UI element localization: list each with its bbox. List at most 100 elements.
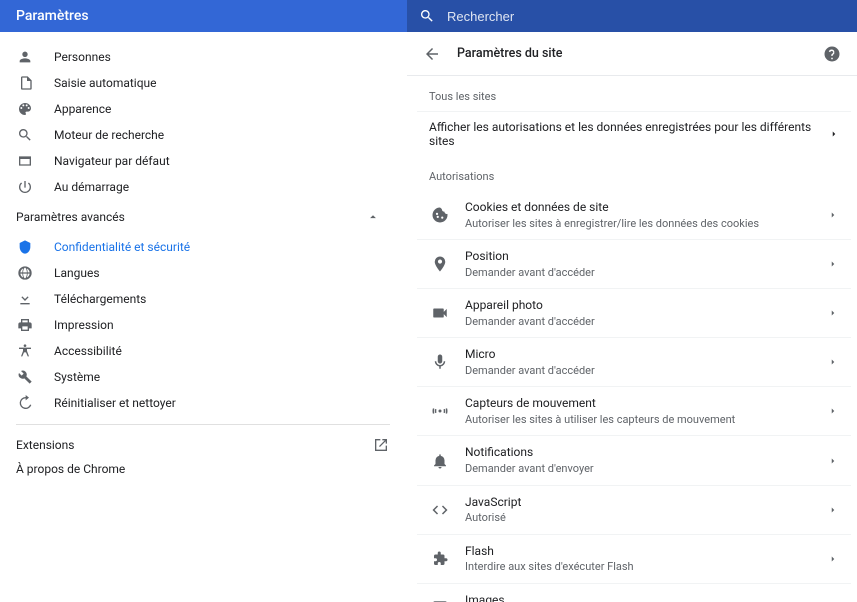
chevron-right-icon: [829, 129, 839, 139]
palette-icon: [16, 101, 34, 117]
camera-icon: [429, 304, 451, 322]
sidebar-item-search[interactable]: Moteur de recherche: [0, 122, 406, 148]
row-title: Cookies et données de site: [465, 199, 827, 216]
sidebar-item-person[interactable]: Personnes: [0, 44, 406, 70]
puzzle-icon: [429, 550, 451, 568]
row-subtitle: Interdire aux sites d'exécuter Flash: [465, 560, 827, 574]
permission-row-location[interactable]: PositionDemander avant d'accéder: [417, 239, 851, 288]
sidebar-item-download[interactable]: Téléchargements: [0, 286, 406, 312]
search-icon: [419, 8, 435, 24]
sidebar-item-label: Impression: [54, 318, 114, 332]
section-permissions: Autorisations: [407, 156, 857, 191]
sidebar-item-globe[interactable]: Langues: [0, 260, 406, 286]
sidebar: Personnes Saisie automatique Apparence Mote…: [0, 32, 407, 602]
row-subtitle: Autorisé: [465, 511, 827, 525]
sidebar-item-restore[interactable]: Réinitialiser et nettoyer: [0, 390, 406, 416]
motion-icon: [429, 402, 451, 420]
row-title: JavaScript: [465, 494, 827, 511]
divider: [16, 424, 390, 425]
sidebar-item-label: Au démarrage: [54, 180, 129, 194]
launch-icon: [372, 436, 390, 454]
row-title: Images: [465, 592, 827, 602]
download-icon: [16, 291, 34, 307]
row-subtitle: Demander avant d'accéder: [465, 266, 827, 280]
app-title: Paramètres: [0, 8, 407, 24]
chevron-right-icon: [827, 308, 839, 318]
search-icon: [16, 127, 34, 143]
sidebar-item-label: Langues: [54, 266, 100, 280]
permission-row-mic[interactable]: MicroDemander avant d'accéder: [417, 337, 851, 386]
search-input[interactable]: [447, 9, 857, 24]
advanced-label: Paramètres avancés: [16, 210, 125, 224]
view-permissions-row[interactable]: Afficher les autorisations et les donnée…: [417, 111, 851, 156]
about-link[interactable]: À propos de Chrome: [0, 457, 406, 481]
row-subtitle: Autoriser les sites à enregistrer/lire l…: [465, 217, 827, 231]
sidebar-item-print[interactable]: Impression: [0, 312, 406, 338]
view-permissions-label: Afficher les autorisations et les donnée…: [429, 120, 829, 148]
content-area: Paramètres du site Tous les sites Affich…: [407, 32, 857, 602]
accessibility-icon: [16, 343, 34, 359]
search-bar[interactable]: [407, 0, 857, 32]
help-button[interactable]: [823, 45, 841, 63]
row-subtitle: Demander avant d'accéder: [465, 315, 827, 329]
back-button[interactable]: [423, 45, 441, 63]
row-subtitle: Demander avant d'envoyer: [465, 462, 827, 476]
sidebar-item-accessibility[interactable]: Accessibilité: [0, 338, 406, 364]
permission-row-motion[interactable]: Capteurs de mouvementAutoriser les sites…: [417, 386, 851, 435]
restore-icon: [16, 395, 34, 411]
code-icon: [429, 501, 451, 519]
sidebar-item-shield[interactable]: Confidentialité et sécurité: [0, 234, 406, 260]
chevron-up-icon: [364, 208, 382, 226]
sidebar-item-label: Apparence: [54, 102, 111, 116]
sidebar-item-label: Saisie automatique: [54, 76, 157, 90]
shield-icon: [16, 239, 34, 255]
wrench-icon: [16, 369, 34, 385]
row-title: Position: [465, 248, 827, 265]
location-icon: [429, 255, 451, 273]
mic-icon: [429, 353, 451, 371]
chevron-right-icon: [827, 554, 839, 564]
section-all-sites: Tous les sites: [407, 76, 857, 111]
permission-row-camera[interactable]: Appareil photoDemander avant d'accéder: [417, 288, 851, 337]
browser-icon: [16, 153, 34, 169]
advanced-toggle[interactable]: Paramètres avancés: [0, 204, 406, 230]
chevron-right-icon: [827, 210, 839, 220]
cookie-icon: [429, 206, 451, 224]
sidebar-item-label: Confidentialité et sécurité: [54, 240, 190, 254]
chevron-right-icon: [827, 406, 839, 416]
extensions-link[interactable]: Extensions: [0, 433, 406, 457]
sidebar-item-palette[interactable]: Apparence: [0, 96, 406, 122]
row-title: Micro: [465, 346, 827, 363]
permission-row-puzzle[interactable]: FlashInterdire aux sites d'exécuter Flas…: [417, 534, 851, 583]
print-icon: [16, 317, 34, 333]
sidebar-item-label: Téléchargements: [54, 292, 146, 306]
sidebar-item-label: Personnes: [54, 50, 111, 64]
sidebar-item-power[interactable]: Au démarrage: [0, 174, 406, 200]
sidebar-item-wrench[interactable]: Système: [0, 364, 406, 390]
clipboard-icon: [16, 75, 34, 91]
sidebar-item-label: Accessibilité: [54, 344, 122, 358]
row-title: Capteurs de mouvement: [465, 395, 827, 412]
sidebar-item-clipboard[interactable]: Saisie automatique: [0, 70, 406, 96]
chevron-right-icon: [827, 456, 839, 466]
row-title: Appareil photo: [465, 297, 827, 314]
row-title: Notifications: [465, 444, 827, 461]
page-title: Paramètres du site: [457, 46, 807, 61]
permission-row-cookie[interactable]: Cookies et données de siteAutoriser les …: [417, 191, 851, 239]
permission-row-image[interactable]: ImagesTout afficher: [417, 583, 851, 602]
sidebar-item-label: Navigateur par défaut: [54, 154, 170, 168]
chevron-right-icon: [827, 505, 839, 515]
permission-row-bell[interactable]: NotificationsDemander avant d'envoyer: [417, 435, 851, 484]
bell-icon: [429, 452, 451, 470]
sidebar-item-browser[interactable]: Navigateur par défaut: [0, 148, 406, 174]
extensions-label: Extensions: [16, 438, 74, 452]
row-title: Flash: [465, 543, 827, 560]
row-subtitle: Demander avant d'accéder: [465, 364, 827, 378]
chevron-right-icon: [827, 357, 839, 367]
globe-icon: [16, 265, 34, 281]
person-icon: [16, 49, 34, 65]
permission-row-code[interactable]: JavaScriptAutorisé: [417, 485, 851, 534]
power-icon: [16, 179, 34, 195]
chevron-right-icon: [827, 259, 839, 269]
row-subtitle: Autoriser les sites à utiliser les capte…: [465, 413, 827, 427]
